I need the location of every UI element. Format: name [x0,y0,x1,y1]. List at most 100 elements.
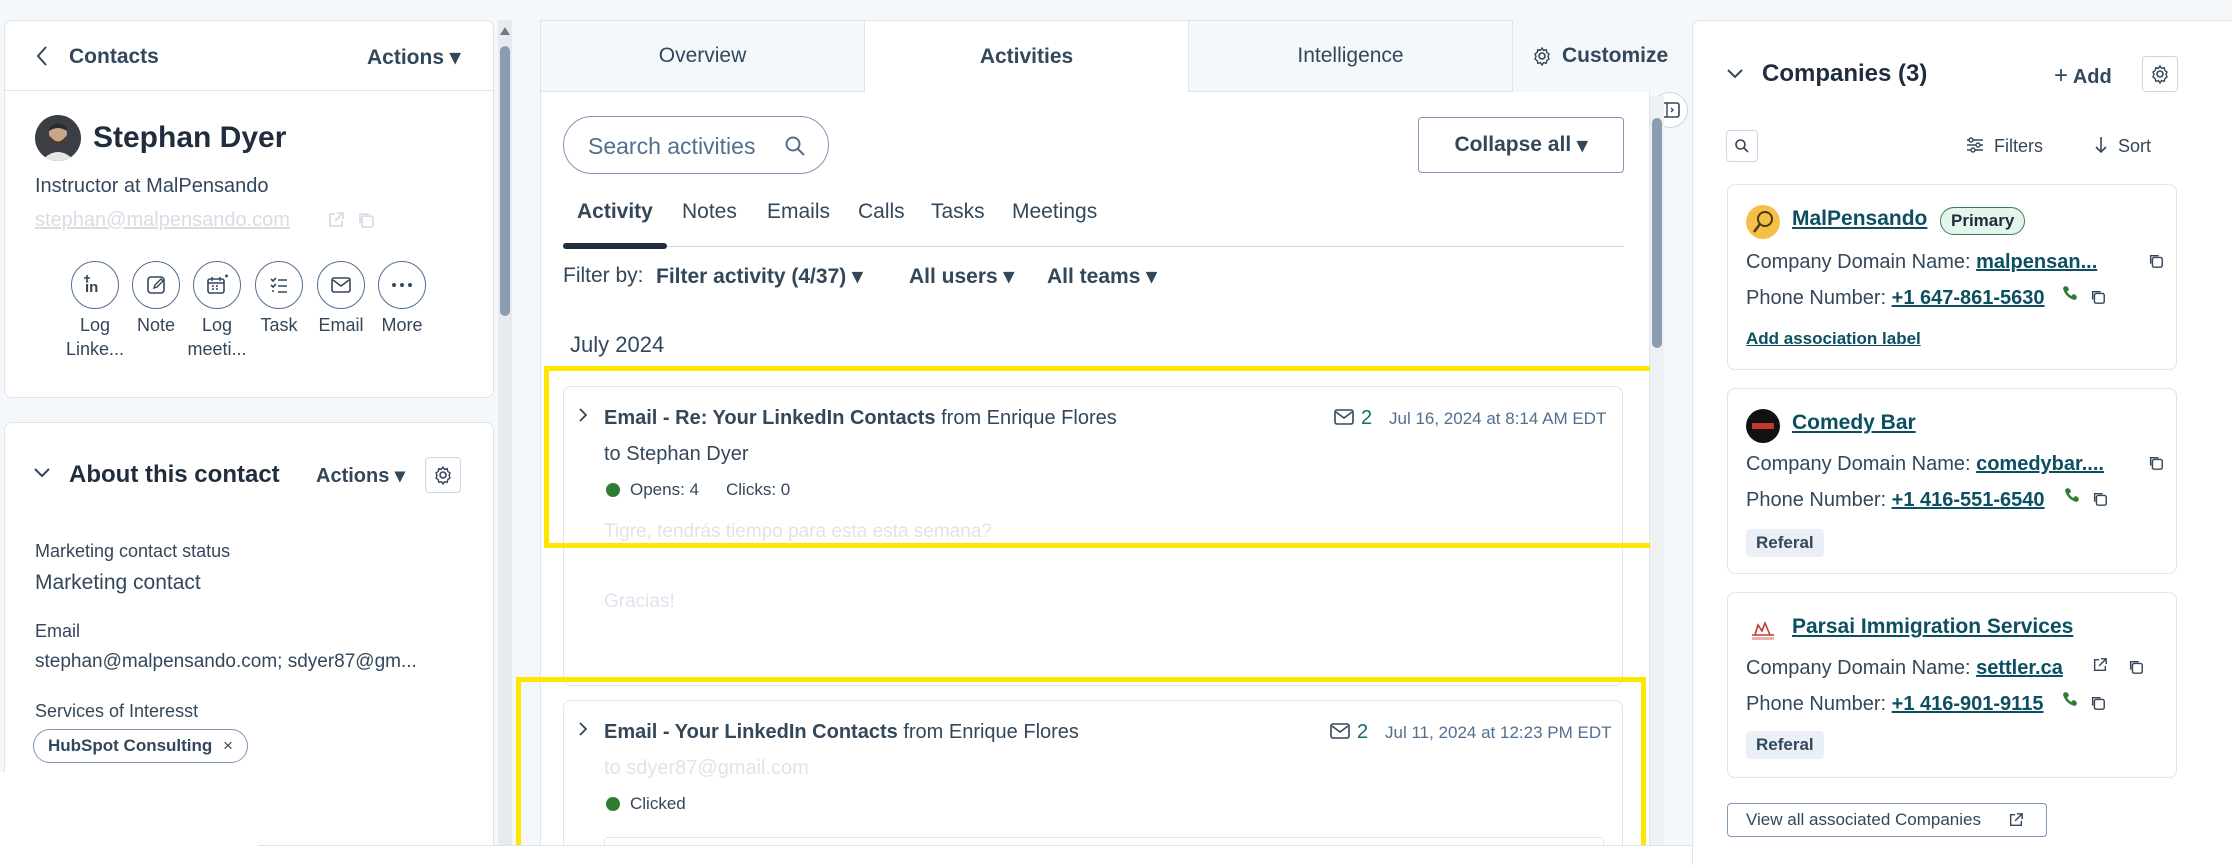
about-settings-button[interactable] [425,457,461,493]
company-name-link[interactable]: MalPensando [1792,207,1927,231]
search-placeholder: Search activities [588,133,756,159]
company-name-link[interactable]: Parsai Immigration Services [1792,615,2073,639]
marketing-status-value[interactable]: Marketing contact [35,571,201,595]
domain-link[interactable]: settler.ca [1976,657,2063,679]
back-to-contacts-link[interactable]: Contacts [69,45,159,69]
activities-scrollbar-thumb[interactable] [1652,118,1662,348]
email-body-signoff: Gracias! [604,591,675,612]
copy-icon[interactable] [2090,695,2106,711]
subtab-meetings[interactable]: Meetings [1012,200,1097,224]
more-label: More [381,315,423,335]
company-search-button[interactable] [1726,130,1758,162]
copy-icon[interactable] [2092,491,2108,507]
copy-icon[interactable] [2148,455,2164,471]
note-icon [145,274,167,296]
contact-name: Stephan Dyer [93,121,287,154]
chevron-left-icon[interactable] [35,45,49,67]
copy-icon[interactable] [2090,289,2106,305]
association-label-badge: Referal [1746,529,1824,557]
email-field-label: Email [35,621,81,641]
phone-label: Phone Number: [1746,287,1887,309]
more-button[interactable] [378,261,426,309]
call-icon[interactable] [2064,487,2080,503]
copy-icon[interactable] [357,211,375,229]
contact-title: Instructor at MalPensando [35,175,269,197]
close-icon[interactable]: × [223,736,233,755]
copy-icon[interactable] [2148,253,2164,269]
view-all-companies-button[interactable]: View all associated Companies [1727,803,2047,837]
collapse-all-button[interactable]: Collapse all ▾ [1418,117,1624,173]
highlight-box [544,366,1657,548]
call-icon[interactable] [2062,285,2078,301]
chevron-down-icon[interactable] [33,467,51,479]
log-linkedin-button[interactable]: in [71,261,119,309]
about-actions-menu[interactable]: Actions ▾ [316,463,405,488]
search-input[interactable]: Search activities [563,116,829,174]
domain-label: Company Domain Name: [1746,251,1971,273]
scroll-up-icon[interactable] [499,26,511,36]
add-label: Add [2072,66,2112,88]
tab-overview[interactable]: Overview [540,20,865,92]
external-link-icon[interactable] [2092,657,2108,673]
company-card: MalPensando Primary Company Domain Name:… [1727,184,2177,370]
bottom-left-overlay [0,772,260,865]
services-tag[interactable]: HubSpot Consulting × [33,729,248,763]
subtab-tasks[interactable]: Tasks [931,200,985,224]
all-teams-dropdown[interactable]: All teams ▾ [1047,264,1157,289]
about-actions-label: Actions [316,465,390,487]
log-meeting-button[interactable] [193,261,241,309]
phone-row: Phone Number: +1 416-551-6540 [1746,489,2045,512]
domain-row: Company Domain Name: malpensan... [1746,251,2097,274]
tab-intelligence[interactable]: Intelligence [1188,20,1513,92]
filter-activity-label: Filter activity (4/37) [656,265,847,288]
task-label: Task [260,315,298,335]
phone-label: Phone Number: [1746,693,1887,715]
activities-scrollbar[interactable] [1650,96,1664,865]
companies-settings-button[interactable] [2142,56,2178,92]
external-link-icon[interactable] [327,211,345,229]
task-icon [268,274,290,296]
subtab-divider [563,246,1624,247]
filter-sliders-icon [1966,136,1984,154]
chevron-down-icon[interactable] [1726,68,1744,80]
search-icon[interactable] [784,135,806,157]
company-name-link[interactable]: Comedy Bar [1792,411,1916,435]
domain-label: Company Domain Name: [1746,657,1971,679]
companies-title: Companies (3) [1762,60,1928,87]
phone-link[interactable]: +1 416-901-9115 [1892,693,2044,715]
left-scrollbar[interactable] [498,20,512,865]
email-icon [330,276,352,294]
note-button[interactable] [132,261,180,309]
add-association-label-link[interactable]: Add association label [1746,329,1921,349]
view-all-label: View all associated Companies [1746,810,1981,829]
email-field-value[interactable]: stephan@malpensando.com; sdyer87@gm... [35,651,417,673]
external-link-icon [2008,812,2024,828]
subtab-emails[interactable]: Emails [767,200,830,224]
subtab-activity[interactable]: Activity [577,200,653,224]
all-users-label: All users [909,265,998,288]
gear-icon [2150,64,2170,84]
domain-link[interactable]: comedybar.... [1976,453,2104,475]
company-card: Comedy Bar Company Domain Name: comedyba… [1727,388,2177,574]
linkedin-log-icon: in [82,274,108,296]
phone-link[interactable]: +1 647-861-5630 [1892,287,2045,309]
svg-text:in: in [85,279,98,296]
phone-link[interactable]: +1 416-551-6540 [1892,489,2045,511]
subtab-notes[interactable]: Notes [682,200,737,224]
contact-actions-menu[interactable]: Actions ▾ [367,45,460,70]
copy-icon[interactable] [2128,659,2144,675]
gear-icon [1532,46,1552,66]
contact-email[interactable]: stephan@malpensando.com [35,209,290,232]
filter-activity-dropdown[interactable]: Filter activity (4/37) ▾ [656,264,863,289]
task-button[interactable] [255,261,303,309]
left-scrollbar-thumb[interactable] [500,46,510,316]
filter-by-label: Filter by: [563,264,644,287]
all-users-dropdown[interactable]: All users ▾ [909,264,1014,289]
add-company-button[interactable]: + Add [2054,62,2112,90]
domain-link[interactable]: malpensan... [1976,251,2097,273]
email-button[interactable] [317,261,365,309]
subtab-calls[interactable]: Calls [858,200,905,224]
primary-badge: Primary [1940,207,2026,235]
tab-activities[interactable]: Activities [864,20,1189,92]
call-icon[interactable] [2062,691,2078,707]
